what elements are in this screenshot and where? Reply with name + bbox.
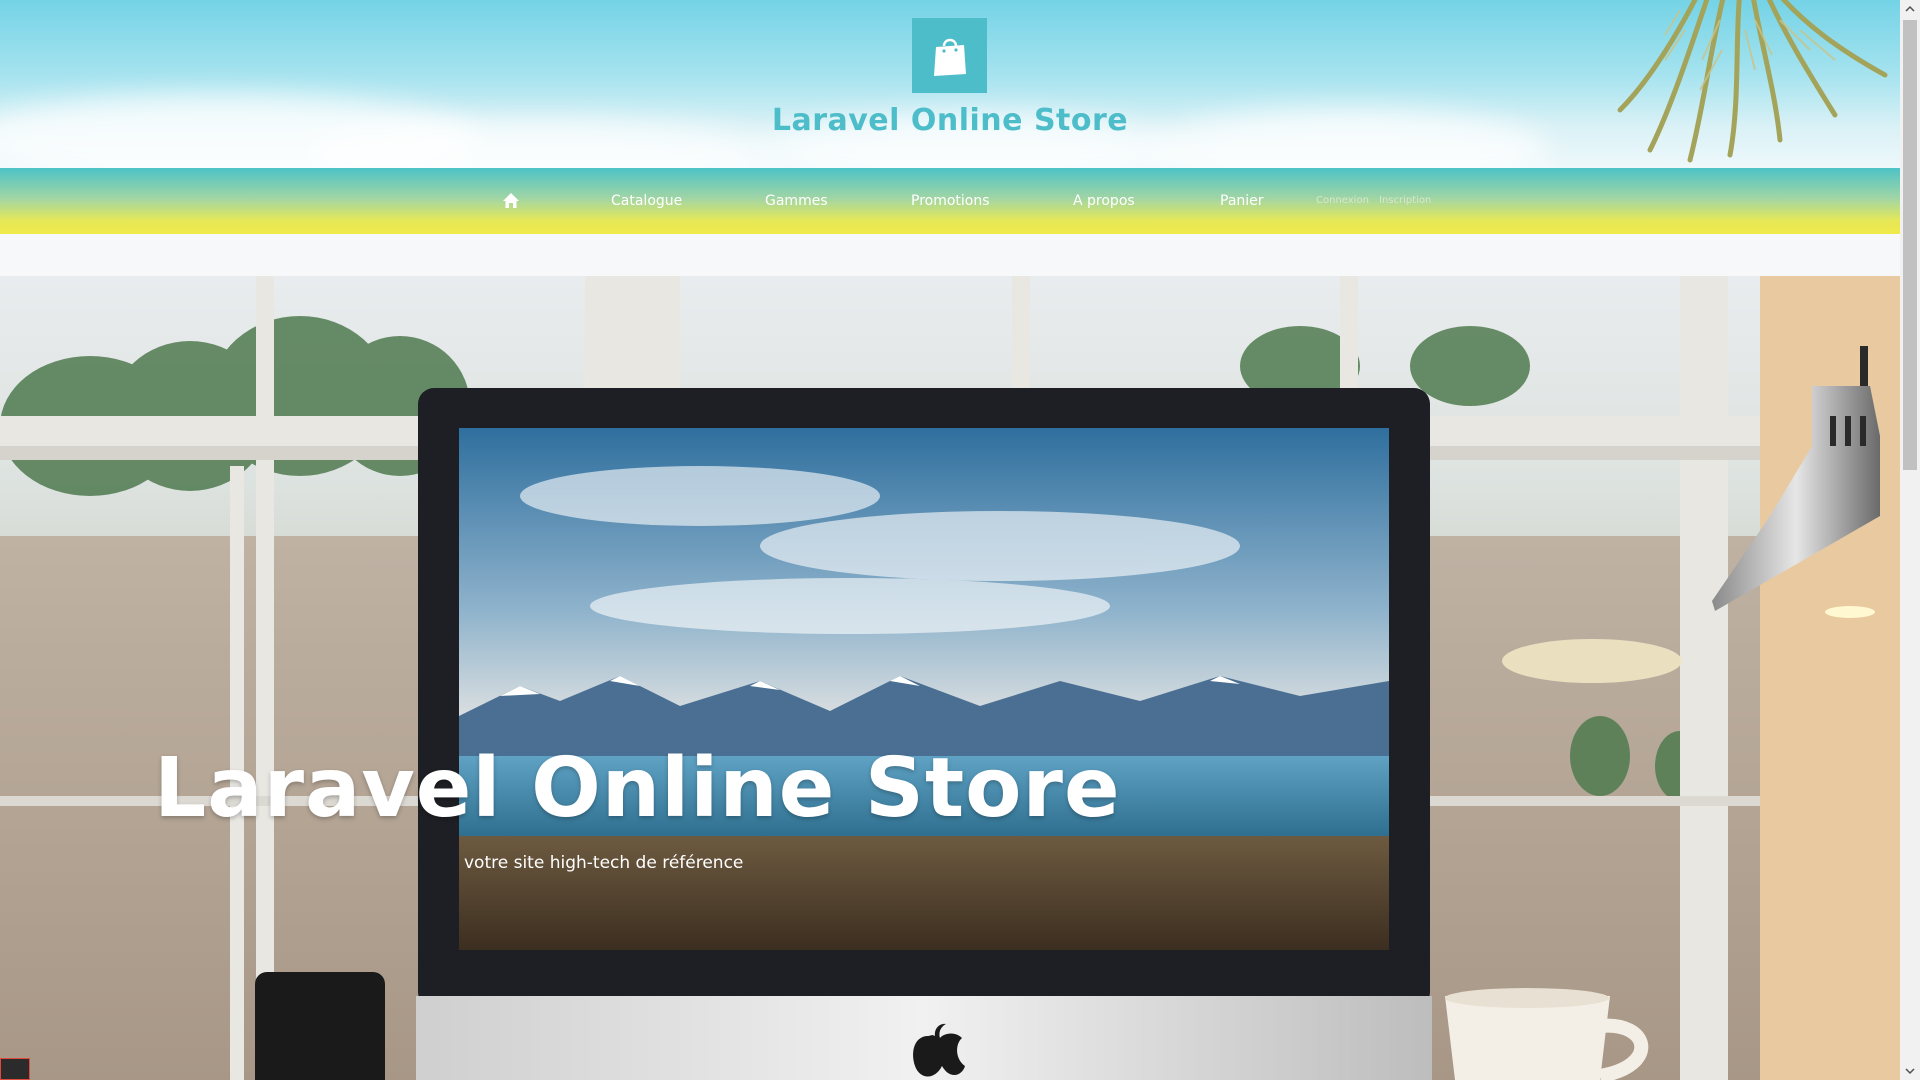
page: Laravel Online Store Catalogue Gammes Pr…: [0, 0, 1900, 1080]
nav-item-a-propos[interactable]: A propos: [1073, 168, 1135, 234]
nav-item-promotions[interactable]: Promotions: [911, 168, 990, 234]
chevron-up-icon: [1905, 5, 1915, 12]
debug-badge[interactable]: [0, 1058, 30, 1080]
header-spacer: [0, 234, 1900, 276]
nav-item-panier[interactable]: Panier: [1220, 168, 1264, 234]
register-link[interactable]: Inscription: [1379, 168, 1431, 234]
palm-leaves-decoration: [1617, 0, 1888, 163]
nav-item-gammes[interactable]: Gammes: [765, 168, 828, 234]
store-logo[interactable]: [912, 18, 987, 93]
chevron-down-icon: [1905, 1068, 1915, 1075]
scroll-thumb[interactable]: [1903, 20, 1917, 470]
hero-title: Laravel Online Store: [154, 741, 1121, 836]
scroll-down-button[interactable]: [1900, 1062, 1920, 1080]
scroll-up-button[interactable]: [1900, 0, 1920, 18]
page-scrollbar[interactable]: [1900, 0, 1920, 1080]
hero-background-image: [0, 276, 1900, 1080]
nav-item-catalogue[interactable]: Catalogue: [611, 168, 682, 234]
login-link[interactable]: Connexion: [1316, 168, 1369, 234]
shopping-bag-icon: [933, 38, 966, 76]
main-navigation: Catalogue Gammes Promotions A propos Pan…: [0, 168, 1900, 234]
hero-banner: Laravel Online Store votre site high-tec…: [0, 276, 1900, 1080]
site-header: Laravel Online Store: [0, 0, 1900, 168]
home-icon[interactable]: [502, 192, 520, 210]
brand-name[interactable]: Laravel Online Store: [0, 103, 1900, 138]
hero-subtitle: votre site high-tech de référence: [464, 853, 744, 873]
